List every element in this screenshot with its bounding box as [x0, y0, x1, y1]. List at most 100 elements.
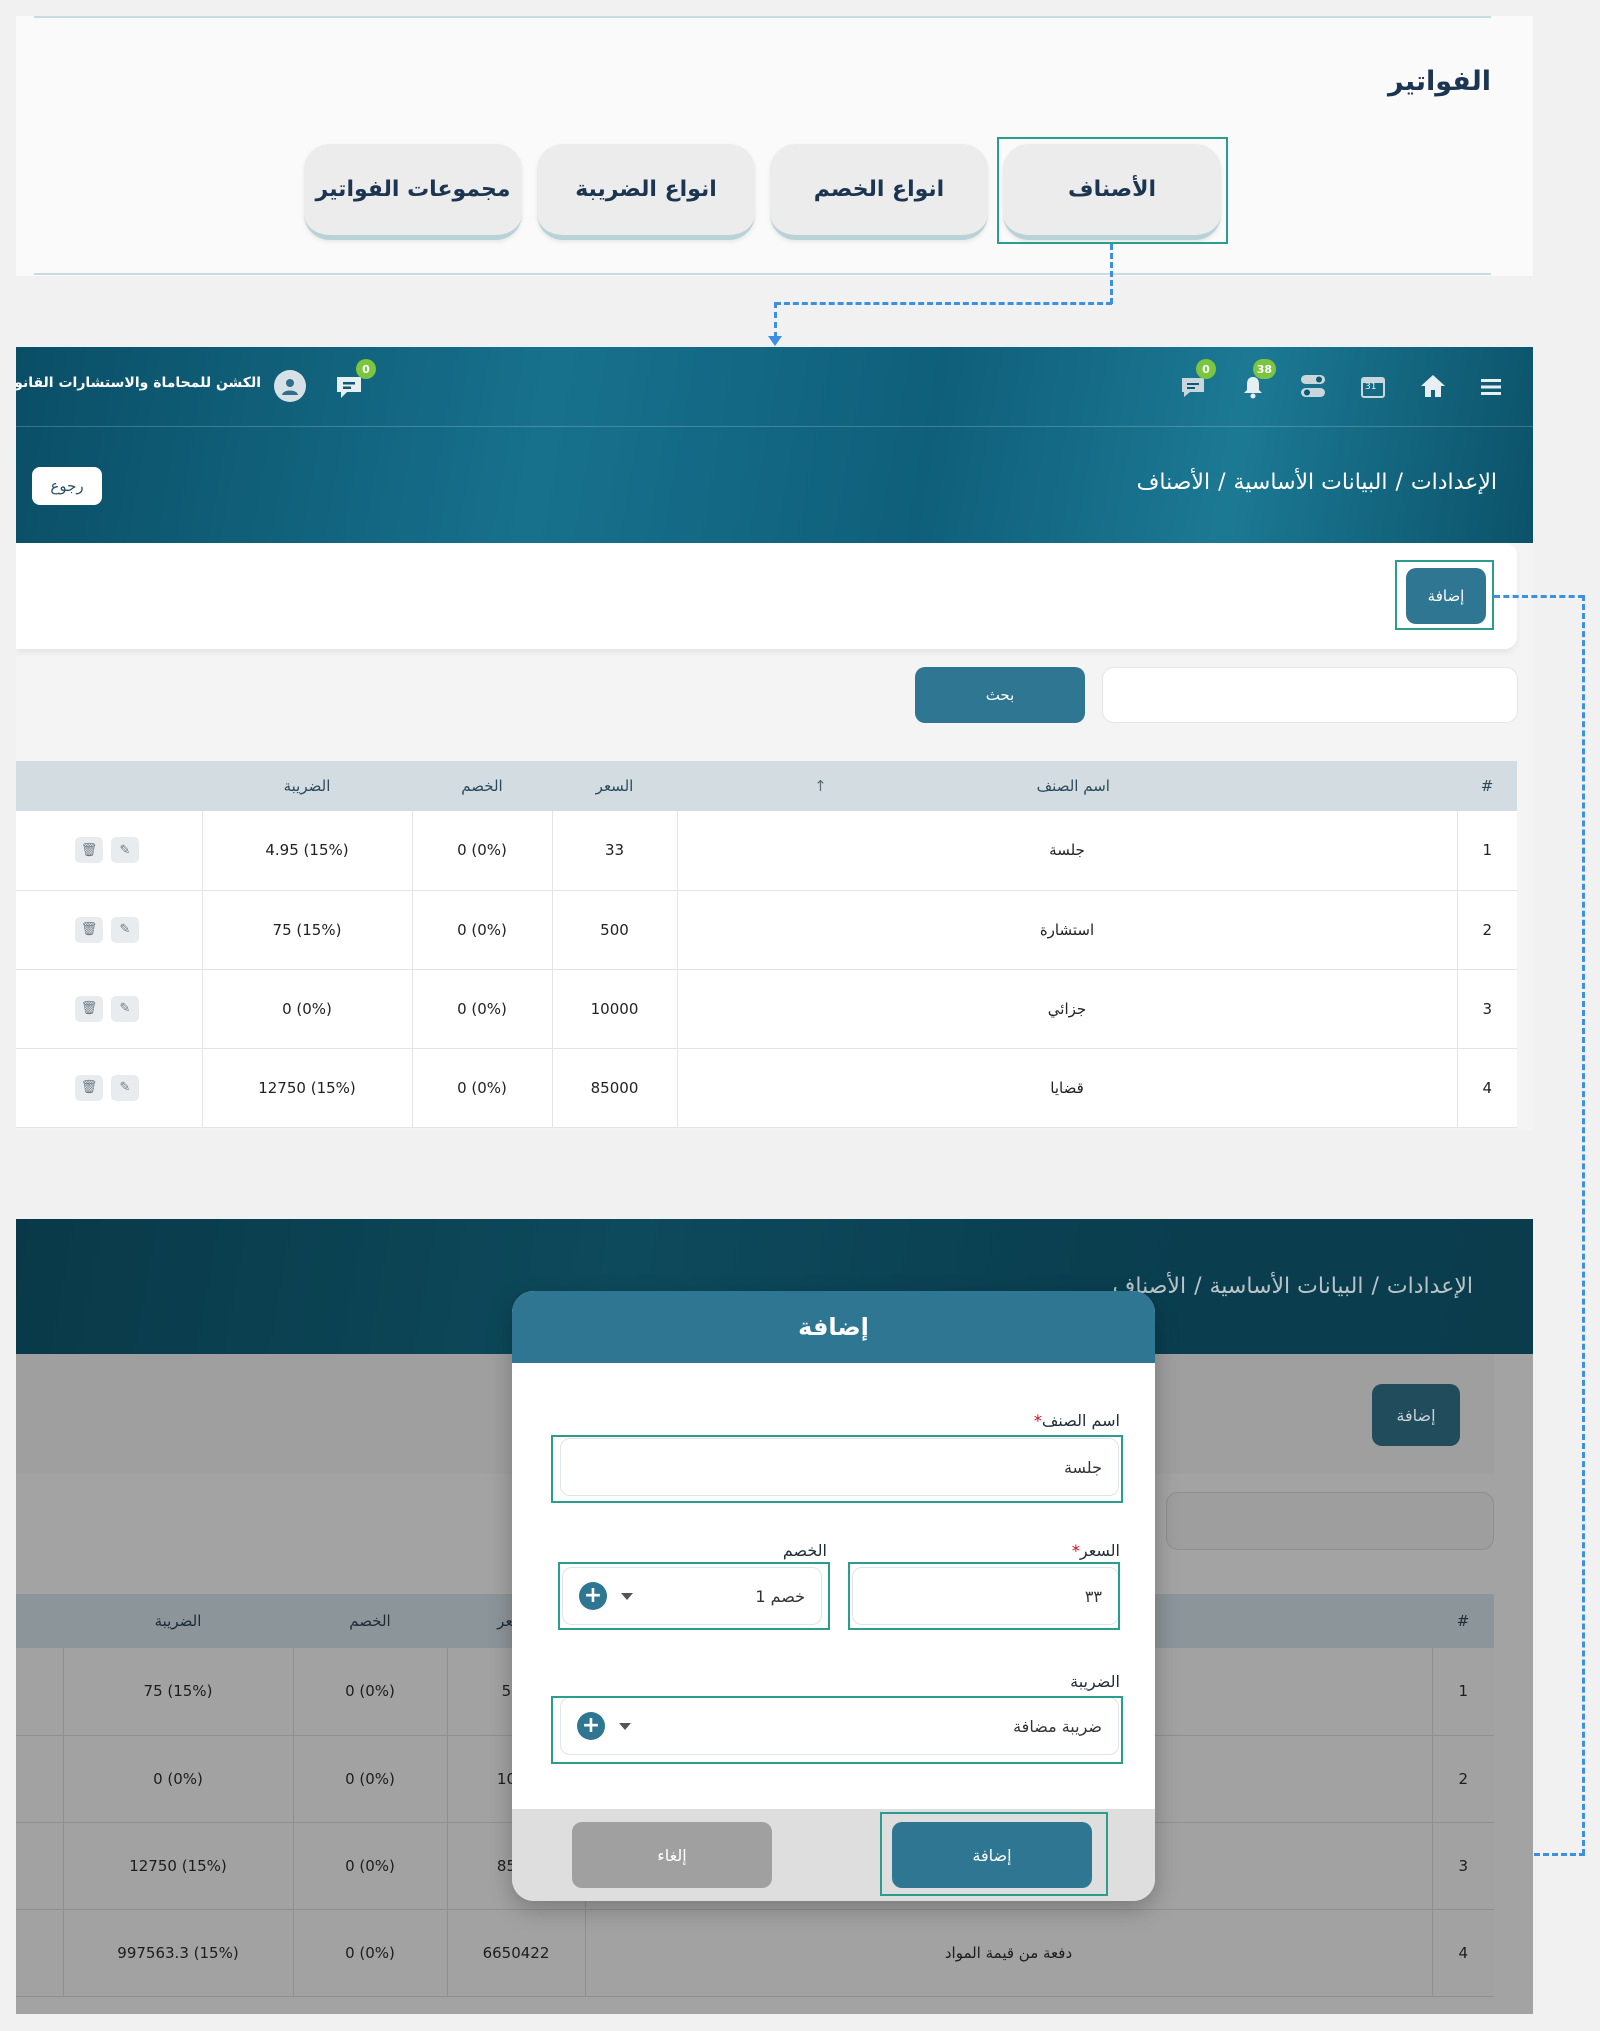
- calendar-day: 31: [1365, 382, 1377, 392]
- connector: [775, 302, 1112, 305]
- cell-item-name: استشارة: [676, 890, 1457, 970]
- chat-badge: 0: [1196, 359, 1216, 379]
- cell-item-name: دفعة من قيمة المواد: [584, 1909, 1432, 1997]
- cell-actions: [16, 1909, 63, 1997]
- cell-tax: (15%) 4.95: [201, 811, 412, 891]
- breadcrumb-item[interactable]: الإعدادات: [1411, 470, 1497, 495]
- cell-tax: (0%) 0: [201, 969, 412, 1049]
- cell-tax: (15%) 75: [201, 890, 412, 970]
- menu-icon[interactable]: [1476, 372, 1506, 402]
- cell-price: 85000: [551, 1048, 677, 1128]
- edit-icon[interactable]: ✎: [111, 995, 139, 1022]
- item-name-label: اسم الصنف*: [1034, 1411, 1120, 1430]
- breadcrumb-separator: /: [1371, 1274, 1379, 1299]
- cell-actions: ✎🗑: [16, 1048, 202, 1128]
- toggle-icon[interactable]: [1298, 371, 1328, 401]
- highlight-items-tab: [997, 137, 1228, 244]
- cell-price: 6650422: [446, 1909, 585, 1997]
- items-page: 31 38 0 الكشن للمحاماة والاستشارات القان…: [16, 347, 1533, 1130]
- dialog-title: إضافة: [512, 1291, 1155, 1363]
- cell-discount: (0%) 0: [292, 1822, 447, 1910]
- tab-discount-types[interactable]: انواع الخصم: [770, 144, 988, 240]
- col-discount: الخصم: [293, 1594, 447, 1648]
- cell-actions: ✎🗑: [16, 811, 202, 891]
- cell-index: 1: [1456, 811, 1517, 891]
- cell-discount: (0%) 0: [411, 969, 552, 1049]
- sort-arrow-icon[interactable]: ↑: [814, 777, 827, 795]
- col-price[interactable]: السعر: [552, 761, 677, 811]
- delete-icon[interactable]: 🗑: [75, 995, 103, 1022]
- calendar-icon[interactable]: 31: [1358, 371, 1388, 401]
- edit-icon[interactable]: ✎: [111, 1074, 139, 1101]
- home-icon[interactable]: [1418, 371, 1448, 401]
- breadcrumb: الإعدادات/البيانات الأساسية/الأصناف: [1113, 1274, 1473, 1299]
- delete-icon[interactable]: 🗑: [75, 916, 103, 943]
- delete-icon[interactable]: 🗑: [75, 837, 103, 864]
- cell-price: 500: [551, 890, 677, 970]
- col-index[interactable]: #: [1457, 761, 1517, 811]
- breadcrumb-item: الأصناف: [1136, 470, 1211, 495]
- breadcrumb-item: البيانات الأساسية: [1209, 1274, 1364, 1299]
- connector: [1494, 595, 1584, 598]
- cancel-button[interactable]: إلغاء: [572, 1822, 772, 1888]
- avatar[interactable]: [274, 370, 306, 402]
- table-row: 4 دفعة من قيمة المواد 6650422 (0%) 0 (15…: [16, 1909, 1494, 1997]
- invoices-settings-panel: الفواتير الأصناف انواع الخصم انواع الضري…: [16, 16, 1533, 276]
- back-button[interactable]: رجوع: [32, 467, 102, 505]
- search-input[interactable]: [1102, 667, 1518, 723]
- required-mark: *: [1071, 1541, 1080, 1560]
- breadcrumb-item[interactable]: البيانات الأساسية: [1234, 470, 1388, 495]
- cell-index: 4: [1431, 1909, 1494, 1997]
- cell-discount: (0%) 0: [411, 811, 552, 891]
- price-label: السعر*: [1072, 1541, 1120, 1560]
- cell-discount: (0%) 0: [411, 890, 552, 970]
- cell-discount: (0%) 0: [292, 1909, 447, 1997]
- cell-item-name: جزائي: [676, 969, 1457, 1049]
- price-label-text: السعر: [1079, 1541, 1120, 1560]
- add-button: إضافة: [1372, 1384, 1460, 1446]
- table-row: 3 جزائي 10000 (0%) 0 (0%) 0 ✎🗑: [16, 969, 1517, 1049]
- delete-icon[interactable]: 🗑: [75, 1074, 103, 1101]
- cell-actions: ✎🗑: [16, 969, 202, 1049]
- connector: [774, 302, 777, 338]
- col-tax[interactable]: الضريبة: [202, 761, 412, 811]
- tab-tax-types[interactable]: انواع الضريبة: [537, 144, 755, 240]
- cell-actions: [16, 1648, 63, 1736]
- cell-index: 2: [1431, 1735, 1494, 1823]
- search-button[interactable]: بحث: [915, 667, 1085, 723]
- cell-item-name: قضايا: [676, 1048, 1457, 1128]
- breadcrumb-separator: /: [1218, 470, 1226, 495]
- notifications-badge: 38: [1252, 359, 1276, 379]
- table-header-row: # اسم الصنف ↑ السعر الخصم الضريبة: [16, 761, 1517, 811]
- highlight-submit: [880, 1812, 1108, 1896]
- cell-price: 33: [551, 811, 677, 891]
- table-row: 2 استشارة 500 (0%) 0 (15%) 75 ✎🗑: [16, 890, 1517, 970]
- col-item-name[interactable]: اسم الصنف ↑: [677, 761, 1457, 811]
- cell-tax: (15%) 997563.3: [62, 1909, 293, 1997]
- edit-icon[interactable]: ✎: [111, 837, 139, 864]
- cell-discount: (0%) 0: [292, 1735, 447, 1823]
- breadcrumb-separator: /: [1194, 1274, 1202, 1299]
- cell-discount: (0%) 0: [411, 1048, 552, 1128]
- item-name-label-text: اسم الصنف: [1041, 1411, 1120, 1430]
- required-mark: *: [1033, 1411, 1042, 1430]
- connector: [1110, 244, 1113, 304]
- divider: [34, 273, 1491, 275]
- tab-invoice-groups[interactable]: مجموعات الفواتير: [304, 144, 522, 240]
- cell-index: 2: [1456, 890, 1517, 970]
- cell-index: 3: [1456, 969, 1517, 1049]
- col-actions: [16, 1594, 63, 1648]
- tax-label: الضريبة: [1070, 1672, 1120, 1691]
- edit-icon[interactable]: ✎: [111, 916, 139, 943]
- search-input: [1166, 1492, 1494, 1550]
- cell-index: 1: [1431, 1648, 1494, 1736]
- top-bar: 31 38 0 الكشن للمحاماة والاستشارات القان…: [16, 347, 1533, 427]
- col-item-name-label: اسم الصنف: [1036, 777, 1110, 795]
- cell-tax: (15%) 12750: [201, 1048, 412, 1128]
- col-discount[interactable]: الخصم: [412, 761, 552, 811]
- highlight-price: [848, 1562, 1120, 1630]
- cell-actions: ✎🗑: [16, 890, 202, 970]
- connector-arrow-icon: [768, 336, 782, 346]
- highlight-discount: [558, 1562, 830, 1630]
- cell-tax: (15%) 75: [62, 1648, 293, 1736]
